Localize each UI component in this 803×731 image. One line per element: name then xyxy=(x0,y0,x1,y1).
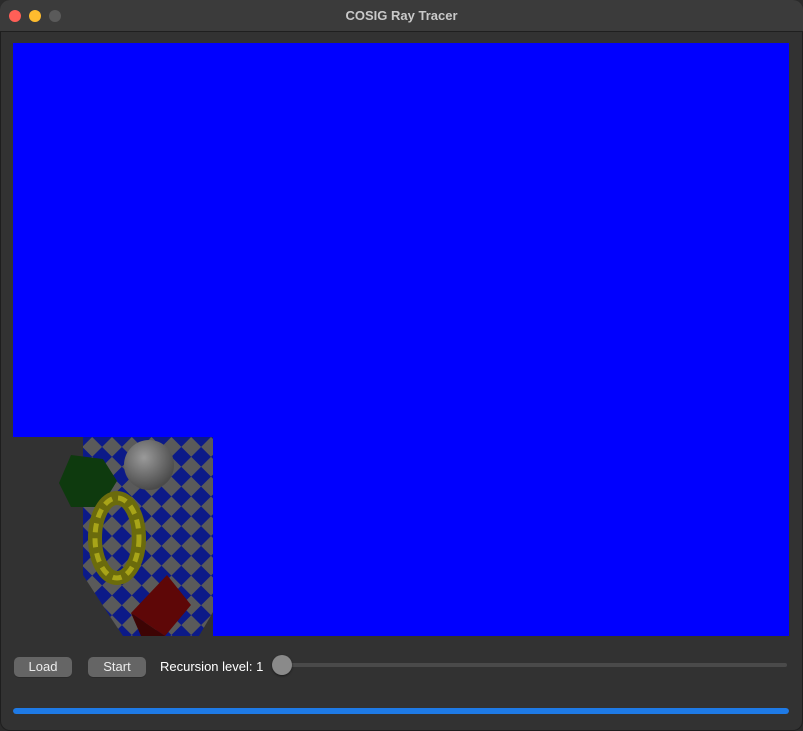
start-button[interactable]: Start xyxy=(88,657,146,677)
recursion-slider-thumb[interactable] xyxy=(272,655,292,675)
render-progress-bar xyxy=(13,708,789,714)
recursion-slider-track[interactable] xyxy=(274,663,787,667)
gray-sphere xyxy=(124,440,174,490)
title-bar[interactable]: COSIG Ray Tracer xyxy=(0,0,803,32)
recursion-level-value: 1 xyxy=(256,659,264,674)
recursion-level-label: Recursion level: 1 xyxy=(160,659,263,674)
render-progress-fill xyxy=(13,708,789,714)
load-button[interactable]: Load xyxy=(14,657,72,677)
render-canvas xyxy=(13,43,789,636)
window-title: COSIG Ray Tracer xyxy=(345,8,458,23)
rendered-tile xyxy=(13,437,213,636)
app-window: COSIG Ray Tracer Load Start Recursion le… xyxy=(0,0,803,731)
recursion-level-prefix: Recursion level: xyxy=(160,659,257,674)
